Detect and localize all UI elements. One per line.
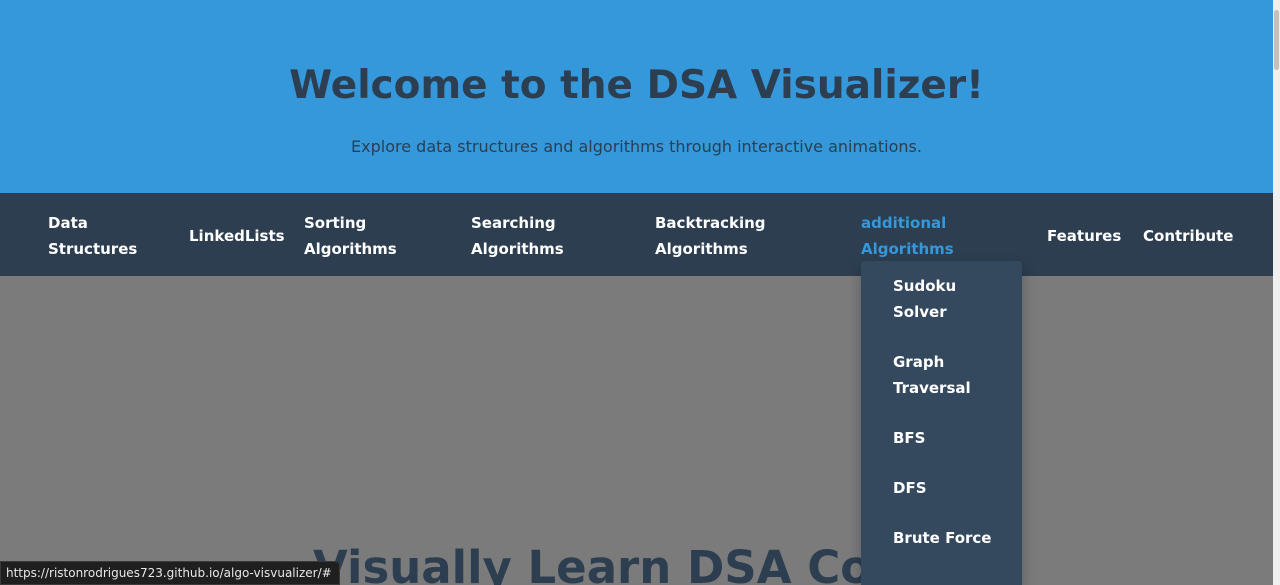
nav-link-searching-algorithms[interactable]: Searching Algorithms — [471, 210, 564, 262]
section-heading: Visually Learn DSA Conc — [313, 541, 930, 585]
hero-banner: Welcome to the DSA Visualizer! Explore d… — [0, 0, 1273, 193]
nav-link-features[interactable]: Features — [1047, 223, 1121, 249]
nav-link-sorting-algorithms[interactable]: Sorting Algorithms — [304, 210, 397, 262]
link-status-bar: https://ristonrodrigues723.github.io/alg… — [0, 561, 340, 585]
nav-link-linkedlists[interactable]: LinkedLists — [189, 223, 285, 249]
page-subtitle: Explore data structures and algorithms t… — [351, 137, 922, 156]
dropdown-item-graph-traversal[interactable]: Graph Traversal — [893, 349, 971, 401]
scrollbar-thumb[interactable] — [1274, 10, 1279, 70]
dropdown-item-dfs[interactable]: DFS — [893, 475, 927, 501]
main-navbar: Data Structures LinkedLists Sorting Algo… — [0, 193, 1273, 276]
nav-link-backtracking-algorithms[interactable]: Backtracking Algorithms — [655, 210, 766, 262]
nav-link-data-structures[interactable]: Data Structures — [48, 210, 137, 262]
page-title: Welcome to the DSA Visualizer! — [289, 63, 984, 108]
dropdown-item-sudoku-solver[interactable]: Sudoku Solver — [893, 273, 956, 325]
nav-link-contribute[interactable]: Contribute — [1143, 223, 1233, 249]
dropdown-item-bfs[interactable]: BFS — [893, 425, 925, 451]
dropdown-item-brute-force[interactable]: Brute Force — [893, 525, 991, 551]
vertical-scrollbar[interactable] — [1273, 0, 1280, 585]
nav-link-additional-algorithms[interactable]: additional Algorithms — [861, 210, 954, 262]
additional-algorithms-dropdown: Sudoku Solver Graph Traversal BFS DFS Br… — [861, 261, 1022, 585]
